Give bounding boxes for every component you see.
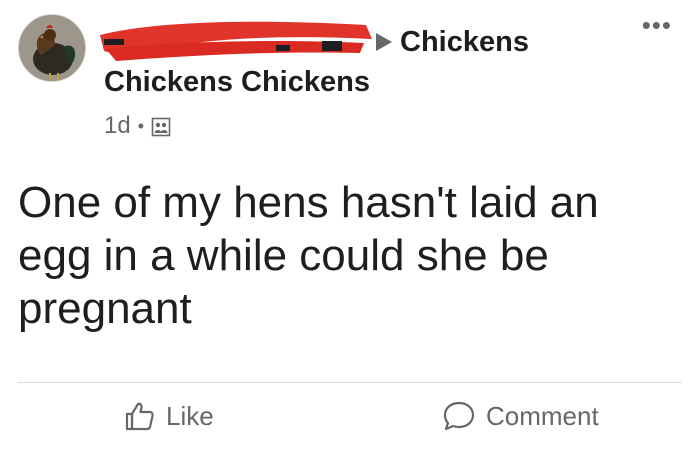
post-header: Chickens	[100, 20, 529, 64]
comment-button[interactable]: Comment	[442, 400, 599, 432]
divider	[18, 382, 682, 383]
post-body-text: One of my hens hasn't laid an egg in a w…	[18, 178, 599, 333]
post-timestamp[interactable]: 1d	[104, 112, 131, 140]
group-subtitle[interactable]: Chickens Chickens	[104, 66, 370, 99]
group-icon	[151, 116, 171, 137]
author-name-redacted	[100, 21, 374, 61]
thumbs-up-icon	[124, 400, 156, 432]
avatar[interactable]	[18, 14, 86, 82]
group-name-link[interactable]: Chickens	[400, 26, 529, 59]
meta-separator: •	[137, 116, 145, 136]
comment-label: Comment	[486, 400, 599, 431]
rooster-avatar-image	[19, 15, 85, 81]
like-label: Like	[166, 400, 214, 431]
more-options-icon[interactable]: •••	[642, 10, 672, 41]
post-meta: 1d •	[104, 112, 171, 140]
like-button[interactable]: Like	[124, 400, 214, 432]
comment-bubble-icon	[442, 400, 476, 432]
